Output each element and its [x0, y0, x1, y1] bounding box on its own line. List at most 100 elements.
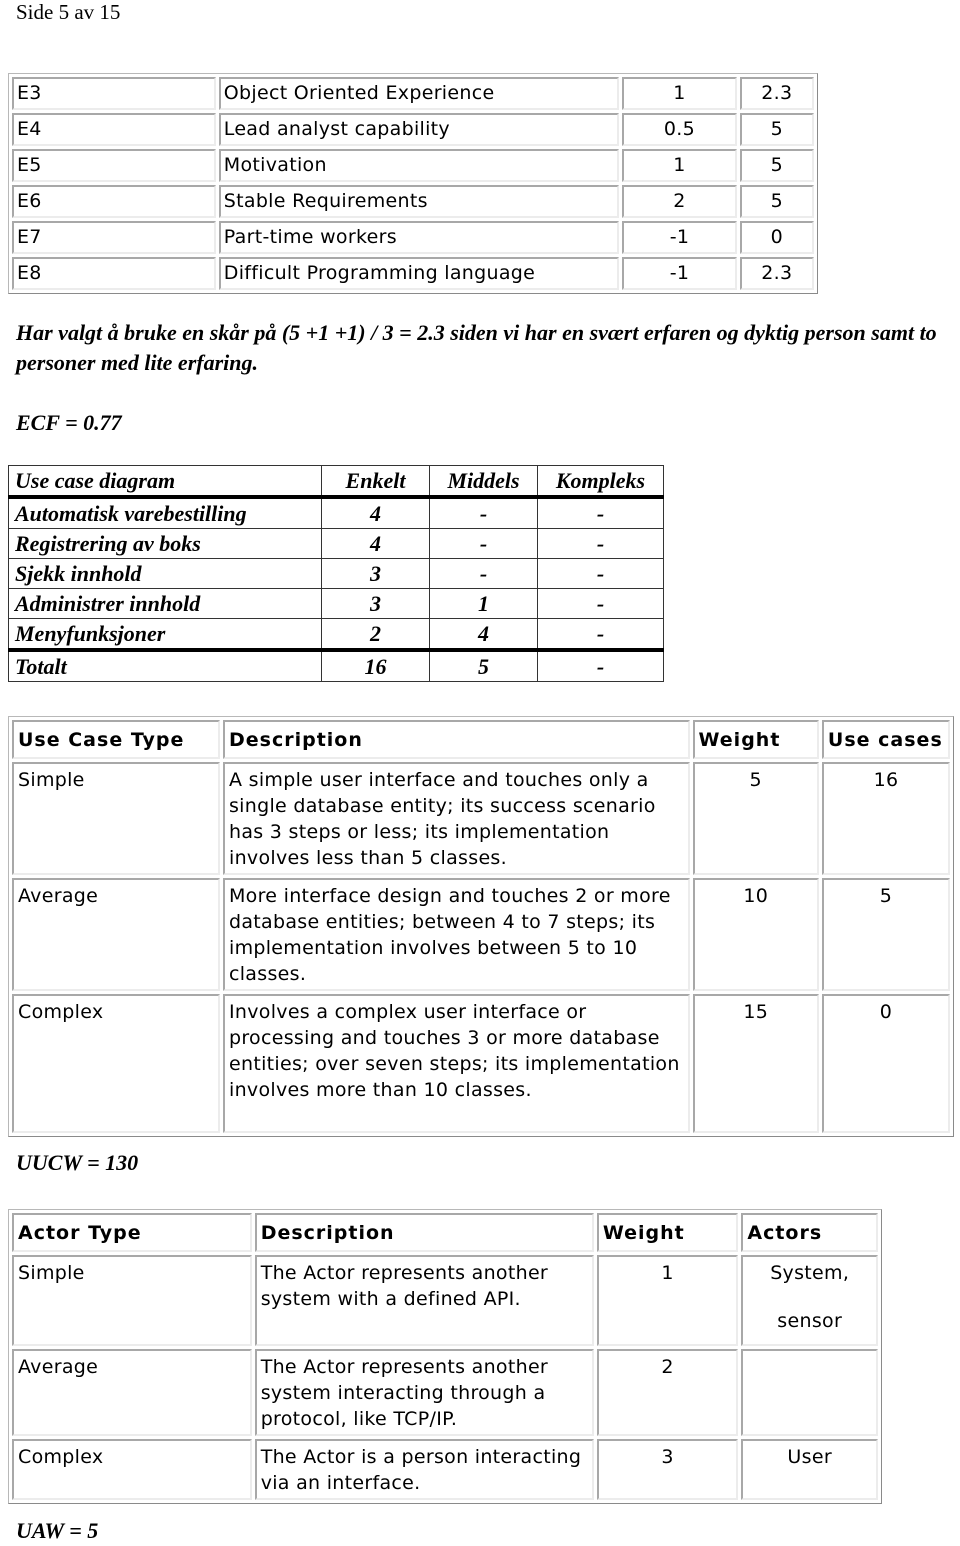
- actor-type: Simple: [12, 1255, 252, 1346]
- simple-count: 4: [321, 528, 430, 559]
- actors-list: [741, 1349, 878, 1436]
- column-header: Middels: [429, 465, 538, 499]
- table-row: Simple The Actor represents another syst…: [12, 1255, 878, 1346]
- use-case-description: Involves a complex user interface or pro…: [222, 994, 690, 1133]
- rating-justification-note: Har valgt å bruke en skår på (5 +1 +1) /…: [16, 320, 937, 375]
- complex-count: -: [537, 558, 664, 589]
- complex-count: -: [537, 618, 664, 652]
- actor-weight: 2: [596, 1349, 739, 1436]
- simple-count: 3: [321, 558, 430, 589]
- factor-description: Lead analyst capability: [218, 113, 620, 146]
- factor-description: Motivation: [218, 149, 620, 182]
- use-case-type-table: Use Case Type Description Weight Use cas…: [8, 716, 954, 1137]
- use-case-count: 0: [821, 994, 950, 1133]
- column-header: Description: [222, 720, 690, 759]
- use-case-type: Complex: [12, 994, 220, 1133]
- factor-rating: 5: [739, 185, 814, 218]
- column-header: Enkelt: [321, 465, 430, 499]
- table-header-row: Actor Type Description Weight Actors: [12, 1213, 878, 1252]
- actor-name: sensor: [777, 1310, 843, 1332]
- actor-description: The Actor represents another system inte…: [254, 1349, 594, 1436]
- actor-type-table: Actor Type Description Weight Actors Sim…: [8, 1209, 882, 1504]
- use-case-count: 5: [821, 878, 950, 991]
- actor-weight: 3: [596, 1439, 739, 1500]
- factor-weight: -1: [622, 221, 737, 254]
- use-case-diagram-table: Use case diagram Enkelt Middels Kompleks…: [8, 465, 664, 682]
- factor-id: E6: [12, 185, 216, 218]
- table-row: Registrering av boks 4 - -: [8, 528, 664, 559]
- total-label: Totalt: [8, 649, 322, 682]
- actor-description: The Actor represents another system with…: [254, 1255, 594, 1346]
- uucw-result: UUCW = 130: [16, 1150, 139, 1175]
- use-case-name: Sjekk innhold: [8, 558, 322, 589]
- factor-weight: -1: [622, 257, 737, 290]
- table-row: E8 Difficult Programming language -1 2.3: [12, 257, 814, 290]
- table-row: Automatisk varebestilling 4 - -: [8, 496, 664, 529]
- use-case-name: Automatisk varebestilling: [8, 496, 322, 529]
- factor-id: E5: [12, 149, 216, 182]
- column-header: Use case diagram: [8, 465, 322, 499]
- average-count: -: [429, 528, 538, 559]
- average-count: 1: [429, 588, 538, 619]
- actor-weight: 1: [596, 1255, 739, 1346]
- factor-description: Part-time workers: [218, 221, 620, 254]
- column-header: Use Case Type: [12, 720, 220, 759]
- table-row: E3 Object Oriented Experience 1 2.3: [12, 77, 814, 110]
- table-row: Average More interface design and touche…: [12, 878, 950, 991]
- factor-weight: 1: [622, 77, 737, 110]
- actors-list: System, sensor: [741, 1255, 878, 1346]
- use-case-name: Menyfunksjoner: [8, 618, 322, 652]
- column-header: Weight: [596, 1213, 739, 1252]
- table-row: Menyfunksjoner 2 4 -: [8, 618, 664, 652]
- table-header-row: Use case diagram Enkelt Middels Kompleks: [8, 465, 664, 499]
- actor-type: Average: [12, 1349, 252, 1436]
- average-count: 4: [429, 618, 538, 652]
- simple-count: 3: [321, 588, 430, 619]
- factor-id: E8: [12, 257, 216, 290]
- factor-weight: 0.5: [622, 113, 737, 146]
- factor-rating: 5: [739, 149, 814, 182]
- column-header: Kompleks: [537, 465, 664, 499]
- use-case-type: Simple: [12, 762, 220, 875]
- factor-description: Stable Requirements: [218, 185, 620, 218]
- factor-rating: 0: [739, 221, 814, 254]
- actor-description: The Actor is a person interacting via an…: [254, 1439, 594, 1500]
- table-row: Average The Actor represents another sys…: [12, 1349, 878, 1436]
- simple-count: 4: [321, 496, 430, 529]
- use-case-weight: 15: [692, 994, 819, 1133]
- factor-description: Difficult Programming language: [218, 257, 620, 290]
- total-row: Totalt 16 5 -: [8, 649, 664, 682]
- use-case-description: More interface design and touches 2 or m…: [222, 878, 690, 991]
- actor-name: User: [787, 1446, 832, 1468]
- complex-count: -: [537, 528, 664, 559]
- total-average: 5: [429, 649, 538, 682]
- table-row: E5 Motivation 1 5: [12, 149, 814, 182]
- factor-rating: 2.3: [739, 77, 814, 110]
- average-count: -: [429, 496, 538, 529]
- table-row: Sjekk innhold 3 - -: [8, 558, 664, 589]
- actor-name: System,: [770, 1262, 850, 1284]
- ecf-result: ECF = 0.77: [16, 410, 122, 435]
- factor-id: E7: [12, 221, 216, 254]
- table-row: Simple A simple user interface and touch…: [12, 762, 950, 875]
- use-case-weight: 5: [692, 762, 819, 875]
- table-row: Complex Involves a complex user interfac…: [12, 994, 950, 1133]
- factor-rating: 5: [739, 113, 814, 146]
- factor-id: E3: [12, 77, 216, 110]
- table-row: E7 Part-time workers -1 0: [12, 221, 814, 254]
- factor-rating: 2.3: [739, 257, 814, 290]
- use-case-type: Average: [12, 878, 220, 991]
- table-row: Complex The Actor is a person interactin…: [12, 1439, 878, 1500]
- use-case-name: Administrer innhold: [8, 588, 322, 619]
- factor-description: Object Oriented Experience: [218, 77, 620, 110]
- actors-list: User: [741, 1439, 878, 1500]
- use-case-weight: 10: [692, 878, 819, 991]
- total-simple: 16: [321, 649, 430, 682]
- environmental-factors-table: E3 Object Oriented Experience 1 2.3 E4 L…: [8, 73, 818, 294]
- factor-weight: 1: [622, 149, 737, 182]
- use-case-name: Registrering av boks: [8, 528, 322, 559]
- page-number-header: Side 5 av 15: [16, 0, 121, 24]
- table-row: E6 Stable Requirements 2 5: [12, 185, 814, 218]
- average-count: -: [429, 558, 538, 589]
- simple-count: 2: [321, 618, 430, 652]
